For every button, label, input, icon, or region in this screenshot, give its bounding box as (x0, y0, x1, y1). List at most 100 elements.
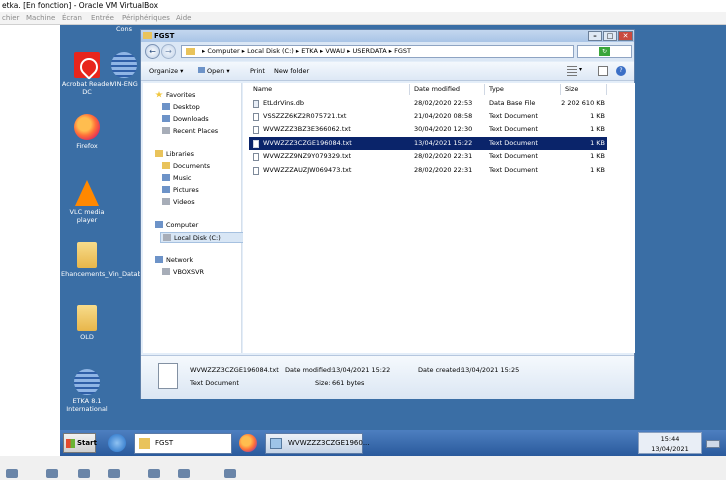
nav-music[interactable]: Music (162, 173, 192, 184)
shared-folders-status-icon[interactable] (178, 469, 190, 478)
explorer-window: FGST – □ ✕ ← → ▸ Computer ▸ Local Disk (… (140, 29, 635, 399)
system-clock[interactable]: 15:44 13/04/2021 (638, 432, 702, 454)
minimize-button[interactable]: – (588, 31, 602, 41)
text-file-icon (253, 153, 259, 161)
file-row[interactable]: VSSZZZ6KZ2R075721.txt 21/04/2020 08:58 T… (249, 110, 607, 123)
maximize-button[interactable]: □ (603, 31, 617, 41)
address-bar[interactable]: ▸ Computer ▸ Local Disk (C:) ▸ ETKA ▸ VW… (181, 45, 574, 58)
windows-flag-icon (66, 439, 75, 448)
firefox-taskbar-icon[interactable] (239, 434, 257, 452)
desktop-icon-vlc[interactable]: VLC media player (61, 180, 113, 224)
file-name: VSSZZZ6KZ2R075721.txt (263, 112, 347, 120)
forward-button[interactable]: → (161, 44, 176, 59)
explorer-title-bar[interactable]: FGST – □ ✕ (141, 30, 634, 42)
optical-status-icon[interactable] (46, 469, 58, 478)
file-date: 30/04/2020 12:30 (414, 125, 473, 133)
column-header-date[interactable]: Date modified (410, 84, 485, 95)
nav-videos[interactable]: Videos (162, 197, 195, 208)
crumb-local-disk[interactable]: Local Disk (C:) (247, 47, 294, 55)
nav-favorites[interactable]: Favorites (155, 90, 195, 101)
usb-status-icon[interactable] (148, 469, 160, 478)
file-size: 1 KB (590, 152, 605, 160)
desktop-icon-label: VLC media player (69, 208, 105, 224)
nav-network[interactable]: Network (155, 255, 193, 266)
taskbar-button-notepad[interactable]: WVWZZZ3CZGE1960... (265, 433, 370, 454)
view-dropdown-icon[interactable]: ▾ (579, 66, 585, 76)
file-row[interactable]: WVWZZZ9NZ9Y079329.txt 28/02/2020 22:31 T… (249, 150, 607, 163)
nav-local-disk[interactable]: Local Disk (C:) (160, 232, 244, 243)
column-header-size[interactable]: Size (561, 84, 607, 95)
back-button[interactable]: ← (145, 44, 160, 59)
nav-computer[interactable]: Computer (155, 220, 198, 231)
open-button[interactable]: Open ▾ (198, 67, 230, 75)
change-view-icon[interactable] (567, 66, 577, 76)
desktop-icon-old[interactable]: OLD (61, 305, 113, 341)
column-header-type[interactable]: Type (485, 84, 561, 95)
crumb-computer[interactable]: Computer (207, 47, 239, 55)
file-list: Name Date modified Type Size EtLdrVins.d… (243, 83, 635, 353)
desktop-icon-vin-eng[interactable]: VIN-ENG (104, 52, 144, 88)
host-menu-machine[interactable]: Machine (26, 14, 55, 22)
file-row[interactable]: EtLdrVins.db 28/02/2020 22:53 Data Base … (249, 97, 607, 110)
show-desktop-button[interactable] (706, 440, 720, 448)
start-button[interactable]: Start (63, 433, 97, 453)
desktop-icon-etka[interactable]: ETKA 8.1 International (61, 369, 113, 413)
network-status-icon[interactable] (108, 469, 120, 478)
new-folder-button[interactable]: New folder (274, 67, 309, 75)
nav-vboxsvr[interactable]: VBOXSVR (162, 267, 204, 278)
close-button[interactable]: ✕ (618, 31, 633, 41)
details-filename: WVWZZZ3CZGE196084.txt (190, 366, 279, 374)
refresh-icon[interactable]: ↻ (599, 47, 610, 56)
file-type: Text Document (489, 112, 538, 120)
help-icon[interactable]: ? (616, 66, 626, 76)
folder-icon (139, 438, 150, 449)
nav-recent-places[interactable]: Recent Places (162, 126, 218, 137)
nav-desktop[interactable]: Desktop (162, 102, 200, 113)
nav-libraries[interactable]: Libraries (155, 149, 194, 160)
globe-icon (74, 369, 100, 395)
text-file-icon (253, 126, 259, 134)
nav-vboxsvr-label: VBOXSVR (173, 268, 205, 276)
desktop-icon-enhancements[interactable]: Ehancements_Vin_Databa... (61, 242, 152, 278)
file-date: 21/04/2020 08:58 (414, 112, 473, 120)
host-menu-view[interactable]: Écran (62, 14, 82, 22)
folder-icon (77, 242, 97, 268)
crumb-etka[interactable]: ETKA (301, 47, 318, 55)
print-button[interactable]: Print (250, 67, 265, 75)
crumb-fgst[interactable]: FGST (394, 47, 411, 55)
file-row[interactable]: WVWZZZ3BZ3E366062.txt 30/04/2020 12:30 T… (249, 123, 607, 136)
search-box[interactable]: ↻ (577, 45, 632, 58)
nav-documents[interactable]: Documents (162, 161, 210, 172)
pictures-icon (162, 186, 170, 193)
taskbar-button-fgst[interactable]: FGST (134, 433, 232, 454)
organize-button[interactable]: Organize ▾ (149, 67, 183, 75)
nav-pictures[interactable]: Pictures (162, 185, 199, 196)
host-menu-input[interactable]: Entrée (91, 14, 114, 22)
nav-downloads[interactable]: Downloads (162, 114, 209, 125)
desktop-icon-firefox[interactable]: Firefox (61, 114, 113, 150)
host-window-title: etka. [En fonction] - Oracle VM VirtualB… (0, 0, 726, 12)
preview-pane-icon[interactable] (598, 66, 608, 76)
nav-downloads-label: Downloads (173, 115, 209, 123)
crumb-vwau[interactable]: VWAU (325, 47, 345, 55)
host-menu-help[interactable]: Aide (176, 14, 191, 22)
internet-explorer-icon[interactable] (108, 434, 126, 452)
column-header-name[interactable]: Name (249, 84, 410, 95)
file-row-selected[interactable]: WVWZZZ3CZGE196084.txt 13/04/2021 15:22 T… (249, 137, 607, 150)
libraries-icon (155, 150, 163, 157)
audio-status-icon[interactable] (78, 469, 90, 478)
vlc-icon (75, 180, 99, 206)
host-menu-file[interactable]: chier (2, 14, 19, 22)
crumb-userdata[interactable]: USERDATA (352, 47, 386, 55)
file-row[interactable]: WVWZZZAUZJW069473.txt 28/02/2020 22:31 T… (249, 164, 607, 177)
pdf-icon (74, 52, 100, 78)
display-status-icon[interactable] (224, 469, 236, 478)
desktop-icon-label: VIN-ENG (110, 80, 138, 88)
hdd-status-icon[interactable] (6, 469, 18, 478)
nav-libraries-label: Libraries (166, 150, 195, 158)
host-menu-devices[interactable]: Périphériques (122, 14, 170, 22)
details-type: Text Document (190, 379, 239, 387)
file-size: 1 KB (590, 112, 605, 120)
open-label: Open ▾ (207, 67, 230, 75)
folder-icon (186, 48, 195, 55)
